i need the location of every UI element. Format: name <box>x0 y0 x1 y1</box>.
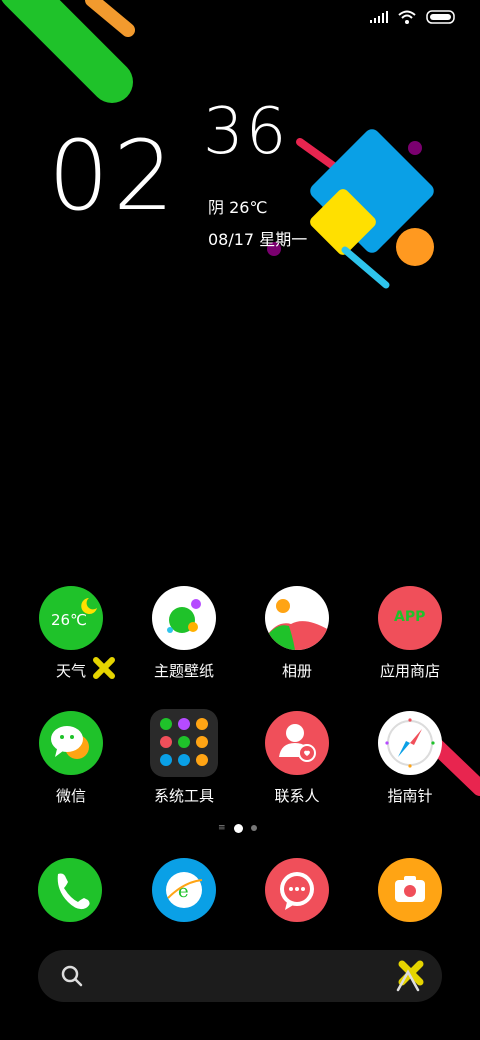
app-gallery[interactable]: 相册 <box>247 586 347 681</box>
weather-icon-temp: 26℃ <box>51 611 87 629</box>
system-tools-folder-icon <box>150 709 218 777</box>
app-wechat[interactable]: 微信 <box>21 711 121 806</box>
clock-minute[interactable]: 36 <box>203 100 288 164</box>
app-system-tools[interactable]: 系统工具 <box>134 709 234 806</box>
themes-icon <box>152 586 216 650</box>
camera-icon[interactable] <box>378 858 442 922</box>
app-compass[interactable]: 指南针 <box>360 711 460 806</box>
contacts-icon <box>265 711 329 775</box>
page-dot-active <box>233 823 243 833</box>
voice-assistant-icon[interactable] <box>392 956 426 996</box>
menu-lines-icon: ≡ <box>218 823 226 833</box>
app-store-icon-text: APP <box>394 609 426 625</box>
clock-hour[interactable]: 02 <box>48 128 178 224</box>
app-label: 联系人 <box>274 787 320 805</box>
search-bar[interactable] <box>38 950 442 1002</box>
deco-cross <box>93 657 115 679</box>
date-label[interactable]: 08/17 星期一 <box>208 226 307 250</box>
wechat-icon <box>39 711 103 775</box>
app-store-icon: APP <box>378 586 442 650</box>
battery-icon <box>426 10 455 24</box>
app-label: 系统工具 <box>153 787 214 805</box>
app-themes[interactable]: 主题壁纸 <box>134 586 234 681</box>
app-label: 相册 <box>281 662 312 680</box>
wifi-icon <box>398 10 416 24</box>
app-label: 主题壁纸 <box>153 662 214 680</box>
status-bar <box>370 10 456 24</box>
app-label: 应用商店 <box>379 662 440 680</box>
gallery-icon <box>265 586 329 650</box>
app-contacts[interactable]: 联系人 <box>247 711 347 806</box>
phone-icon[interactable] <box>38 858 102 922</box>
page-indicator[interactable]: ≡ <box>218 823 257 833</box>
page-dot <box>250 825 257 831</box>
compass-icon <box>378 711 442 775</box>
app-store[interactable]: APP 应用商店 <box>360 586 460 681</box>
weather-icon: 26℃ <box>39 586 103 650</box>
signal-icon <box>370 11 388 23</box>
weather-summary[interactable]: 阴 26℃ <box>208 194 267 218</box>
app-label: 微信 <box>55 787 86 805</box>
app-label: 指南针 <box>387 787 433 805</box>
messages-icon[interactable] <box>265 858 329 922</box>
search-icon <box>61 965 83 987</box>
browser-icon[interactable]: e <box>152 858 216 922</box>
